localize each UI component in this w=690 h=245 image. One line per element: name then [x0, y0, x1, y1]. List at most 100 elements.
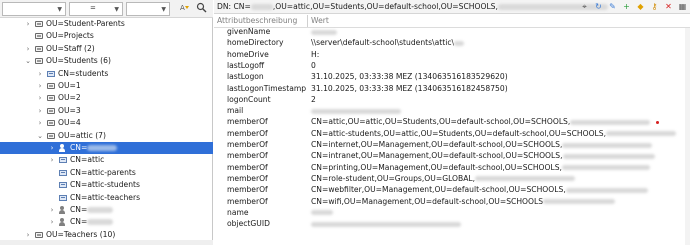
attribute-name: givenName: [227, 27, 271, 36]
folder-icon: [35, 45, 43, 52]
attribute-row[interactable]: givenName: [214, 26, 690, 37]
redacted-text: [475, 176, 576, 182]
tree-node-ou[interactable]: OU=Projects: [0, 30, 213, 42]
chevron-down-icon[interactable]: ⌄: [24, 55, 32, 67]
chevron-right-icon[interactable]: ›: [24, 18, 32, 30]
attribute-value: \\server\default-school\students\attic\: [311, 37, 465, 48]
attribute-row[interactable]: memberOf CN=role-student,OU=Groups,OU=GLO…: [214, 173, 690, 184]
filter-icon[interactable]: ⌖: [579, 1, 590, 12]
attribute-value-text: CN=role-student,OU=Groups,OU=GLOBAL,: [311, 173, 476, 183]
tree-node-label: CN=attic-teachers: [70, 192, 141, 202]
attribute-value: CN=wifi,OU=Management,OU=default-school,…: [311, 196, 616, 207]
tree-node-ou[interactable]: › OU=Student-Parents: [0, 18, 213, 30]
attribute-row[interactable]: lastLogonTimestamp 31.10.2025, 03:33:38 M…: [214, 83, 690, 94]
column-header-value[interactable]: Wert: [311, 16, 329, 25]
tree-node-group[interactable]: › CN=students: [0, 68, 213, 80]
tree-node-user[interactable]: › CN=: [0, 216, 213, 228]
tree-node-ou[interactable]: › OU=4: [0, 117, 213, 129]
chevron-down-icon: ▼: [161, 6, 166, 13]
tree-node-user[interactable]: › CN=: [0, 142, 213, 155]
attribute-row[interactable]: memberOf CN=internet,OU=Management,OU=def…: [214, 139, 690, 150]
tree-node-ou[interactable]: ⌄ OU=Students (6): [0, 55, 213, 67]
tree-node-ou[interactable]: › OU=2: [0, 92, 213, 104]
folder-icon: [47, 132, 55, 139]
layout-icon[interactable]: ▦: [677, 1, 688, 12]
folder-icon: [47, 120, 55, 127]
chevron-right-icon[interactable]: ›: [24, 43, 32, 55]
tag-icon[interactable]: ◆: [635, 1, 646, 12]
horizontal-scrollbar[interactable]: [0, 240, 213, 245]
attribute-row[interactable]: homeDirectory \\server\default-school\stu…: [214, 37, 690, 48]
attribute-name: homeDirectory: [227, 38, 284, 48]
attribute-row[interactable]: memberOf CN=attic-students,OU=attic,OU=St…: [214, 128, 690, 139]
vertical-scrollbar[interactable]: [685, 28, 690, 245]
attribute-name: logonCount: [227, 94, 271, 104]
distinguished-name: DN: CN= ,OU=attic,OU=Students,OU=default-…: [217, 2, 608, 11]
chevron-right-icon[interactable]: ›: [48, 204, 56, 216]
key-icon[interactable]: ⚷: [649, 1, 660, 12]
tree-node-ou[interactable]: › OU=3: [0, 105, 213, 117]
attribute-row[interactable]: memberOf CN=intranet,OU=Management,OU=def…: [214, 150, 690, 161]
attribute-row[interactable]: homeDrive H:: [214, 49, 690, 60]
redacted-text: [561, 165, 650, 171]
search-button[interactable]: [195, 2, 208, 16]
tree-node-group[interactable]: CN=attic-parents: [0, 167, 213, 179]
filter-value-combo[interactable]: ▼: [126, 2, 170, 16]
redacted-text: [562, 153, 655, 159]
chevron-right-icon[interactable]: ›: [36, 92, 44, 104]
tree-node-group[interactable]: CN=attic-teachers: [0, 192, 213, 204]
tree-node-label: CN=: [70, 205, 88, 214]
attribute-name: name: [227, 207, 249, 217]
chevron-right-icon[interactable]: ›: [48, 142, 56, 154]
tree-node-label: OU=2: [58, 93, 81, 103]
chevron-right-icon[interactable]: ›: [48, 216, 56, 228]
attribute-row[interactable]: memberOf CN=wifi,OU=Management,OU=default…: [214, 196, 690, 207]
folder-icon: [47, 83, 55, 89]
attribute-row[interactable]: lastLogon 31.10.2025, 03:33:38 MEZ (13406…: [214, 71, 690, 82]
edit-icon[interactable]: ✎: [607, 1, 618, 12]
chevron-right-icon[interactable]: ›: [36, 80, 44, 92]
chevron-down-icon[interactable]: ⌄: [36, 130, 44, 142]
attribute-row[interactable]: name: [214, 207, 690, 218]
chevron-right-icon[interactable]: ›: [36, 68, 44, 80]
font-filter-button[interactable]: A: [178, 2, 191, 16]
tree-node-label: OU=3: [58, 105, 81, 115]
tree-node-label: OU=attic (7): [58, 130, 106, 140]
tree-node-ou[interactable]: › OU=Staff (2): [0, 43, 213, 55]
attribute-combo[interactable]: ▼: [2, 2, 66, 16]
attribute-row[interactable]: memberOf CN=webfilter,OU=Management,OU=de…: [214, 184, 690, 195]
attribute-row[interactable]: memberOf CN=printing,OU=Management,OU=def…: [214, 162, 690, 173]
chevron-right-icon[interactable]: ›: [36, 105, 44, 117]
tree-node-ou[interactable]: › OU=1: [0, 80, 213, 92]
attribute-name: lastLogonTimestamp: [227, 83, 307, 93]
tree-node-user[interactable]: › CN=: [0, 204, 213, 216]
attribute-value: CN=intranet,OU=Management,OU=default-sch…: [311, 150, 655, 161]
attribute-row[interactable]: memberOf CN=attic,OU=attic,OU=Students,OU…: [214, 116, 690, 127]
add-icon[interactable]: +: [621, 1, 632, 12]
folder-icon: [35, 21, 43, 27]
folder-icon: [35, 58, 43, 65]
attribute-row[interactable]: mail: [214, 105, 690, 116]
attribute-name: mail: [227, 106, 244, 116]
delete-icon[interactable]: ✕: [663, 1, 674, 12]
attribute-value: [311, 207, 333, 218]
tree-node-group[interactable]: CN=attic-students: [0, 179, 213, 191]
redacted-text: [86, 145, 117, 151]
chevron-right-icon[interactable]: ›: [36, 117, 44, 129]
column-header-attribute[interactable]: Attributbeschreibung: [217, 16, 297, 25]
attribute-row[interactable]: objectGUID: [214, 218, 690, 229]
attribute-row[interactable]: lastLogoff 0: [214, 60, 690, 71]
group-icon: [47, 70, 55, 77]
attribute-value: CN=webfilter,OU=Management,OU=default-sc…: [311, 184, 648, 195]
attribute-name: lastLogon: [227, 72, 264, 82]
operator-combo[interactable]: = ▼: [69, 2, 123, 16]
tree-node-group[interactable]: › CN=attic: [0, 154, 213, 166]
redacted-text: [86, 207, 113, 213]
tree-node-ou[interactable]: ⌄ OU=attic (7): [0, 130, 213, 142]
refresh-icon[interactable]: ↻: [593, 1, 604, 12]
attribute-row[interactable]: logonCount 2: [214, 94, 690, 105]
attribute-value-text: CN=attic,OU=attic,OU=Students,OU=default…: [311, 117, 571, 127]
tree-node-label: CN=: [70, 143, 88, 152]
chevron-right-icon[interactable]: ›: [48, 154, 56, 166]
tree-node-label: OU=4: [58, 118, 81, 128]
